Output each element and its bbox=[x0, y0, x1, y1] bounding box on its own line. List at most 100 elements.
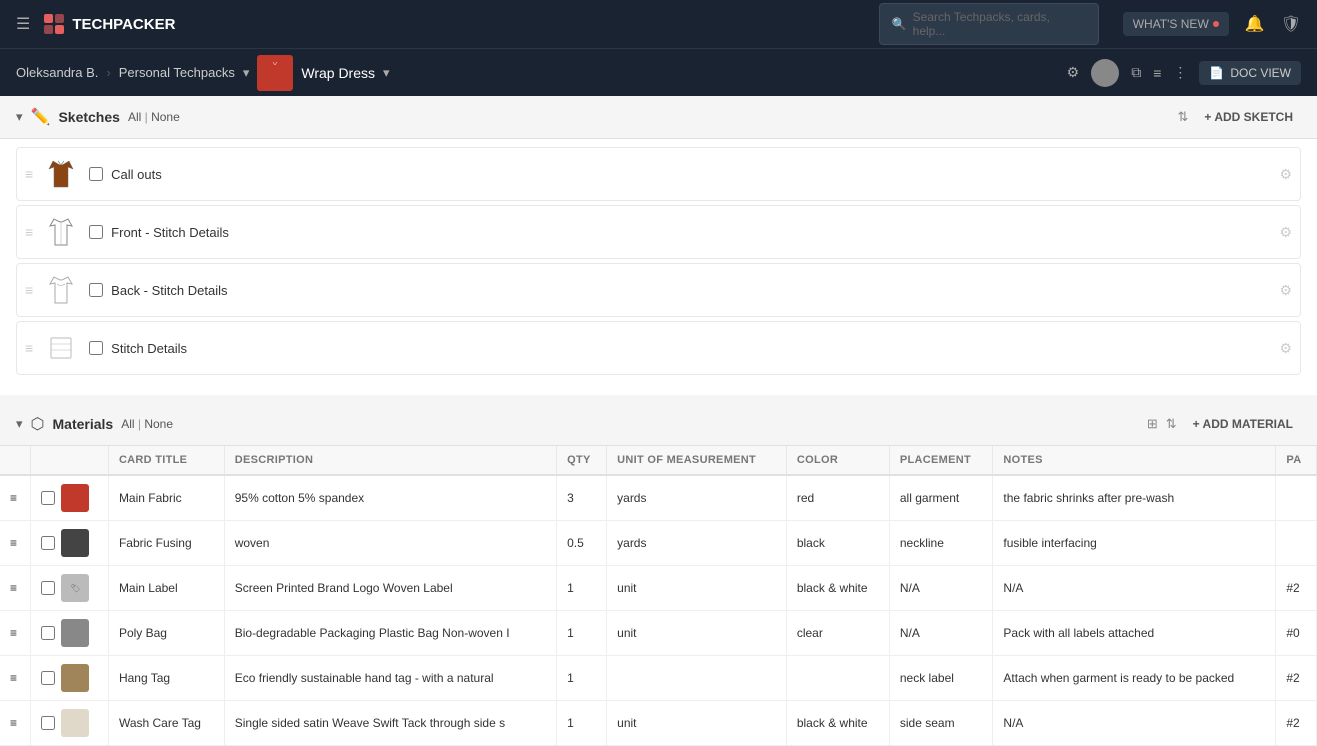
material-checkbox[interactable] bbox=[41, 626, 55, 640]
add-sketch-button[interactable]: + ADD SKETCH bbox=[1196, 106, 1301, 128]
dress-sketch-icon bbox=[43, 156, 79, 192]
th-notes: NOTES bbox=[993, 446, 1276, 475]
add-material-button[interactable]: + ADD MATERIAL bbox=[1185, 413, 1301, 435]
drag-handle-icon[interactable]: ≡ bbox=[25, 166, 33, 182]
thumb-cell bbox=[31, 521, 109, 566]
sketch-thumbnail bbox=[41, 154, 81, 194]
sketch-settings-icon[interactable]: ⚙ bbox=[1279, 282, 1292, 299]
th-thumb bbox=[31, 446, 109, 475]
table-row: ≡ Wash Care Tag Single sided satin Weave… bbox=[0, 701, 1317, 746]
material-title[interactable]: Poly Bag bbox=[108, 611, 224, 656]
material-description: 95% cotton 5% spandex bbox=[224, 475, 556, 521]
material-checkbox[interactable] bbox=[41, 716, 55, 730]
material-unit: unit bbox=[607, 611, 787, 656]
material-unit: unit bbox=[607, 701, 787, 746]
user-avatar[interactable] bbox=[1091, 59, 1119, 87]
material-title[interactable]: Main Label bbox=[108, 566, 224, 611]
materials-header: ▾ ⬡ Materials All | None ⊞ ⇅ + ADD MATER… bbox=[0, 403, 1317, 446]
color-swatch bbox=[61, 619, 89, 647]
sketch-thumbnail bbox=[41, 212, 81, 252]
drag-cell[interactable]: ≡ bbox=[0, 656, 31, 701]
materials-filter-all[interactable]: All bbox=[121, 417, 134, 431]
color-swatch: 🏷 bbox=[61, 574, 89, 602]
sketch-settings-icon[interactable]: ⚙ bbox=[1279, 340, 1292, 357]
material-checkbox[interactable] bbox=[41, 581, 55, 595]
materials-sort-icon[interactable]: ⇅ bbox=[1166, 416, 1177, 432]
filter-icon[interactable]: ≡ bbox=[1153, 65, 1161, 81]
material-pa: #2 bbox=[1276, 701, 1317, 746]
bell-icon[interactable]: 🔔 bbox=[1245, 14, 1265, 34]
sketches-toggle[interactable]: ▾ bbox=[16, 109, 23, 125]
notification-dot bbox=[1213, 21, 1219, 27]
sketch-settings-icon[interactable]: ⚙ bbox=[1279, 166, 1292, 183]
sketches-filter-none[interactable]: None bbox=[151, 110, 180, 124]
drag-handle-icon[interactable]: ≡ bbox=[25, 282, 33, 298]
material-description: Single sided satin Weave Swift Tack thro… bbox=[224, 701, 556, 746]
table-row: ≡ Fabric Fusing woven 0.5 yards black ne… bbox=[0, 521, 1317, 566]
project-thumbnail bbox=[257, 55, 293, 91]
th-placement: PLACEMENT bbox=[889, 446, 993, 475]
materials-table: Card Title DESCRIPTION QTY UNIT OF MEASU… bbox=[0, 446, 1317, 746]
material-placement: neckline bbox=[889, 521, 993, 566]
material-checkbox[interactable] bbox=[41, 536, 55, 550]
material-qty: 3 bbox=[557, 475, 607, 521]
sketches-sort-icon[interactable]: ⇅ bbox=[1178, 109, 1189, 125]
project-dropdown-icon[interactable]: ▾ bbox=[383, 65, 390, 81]
th-qty: QTY bbox=[557, 446, 607, 475]
sketch-checkbox[interactable] bbox=[89, 283, 103, 297]
sketch-checkbox[interactable] bbox=[89, 341, 103, 355]
whats-new-button[interactable]: WHAT'S NEW bbox=[1123, 12, 1229, 36]
hamburger-menu[interactable]: ☰ bbox=[16, 14, 30, 34]
main-content: ▾ ✏️ Sketches All | None ⇅ + ADD SKETCH … bbox=[0, 96, 1317, 746]
drag-cell[interactable]: ≡ bbox=[0, 521, 31, 566]
materials-filter-none[interactable]: None bbox=[144, 417, 173, 431]
material-color: black bbox=[786, 521, 889, 566]
whats-new-label: WHAT'S NEW bbox=[1133, 17, 1209, 31]
breadcrumb-user[interactable]: Oleksandra B. bbox=[16, 65, 98, 80]
drag-handle-icon[interactable]: ≡ bbox=[25, 224, 33, 240]
thumb-cell bbox=[31, 656, 109, 701]
th-unit: UNIT OF MEASUREMENT bbox=[607, 446, 787, 475]
drag-cell[interactable]: ≡ bbox=[0, 475, 31, 521]
more-options-icon[interactable]: ⋮ bbox=[1173, 64, 1187, 81]
material-title[interactable]: Hang Tag bbox=[108, 656, 224, 701]
drag-cell[interactable]: ≡ bbox=[0, 566, 31, 611]
drag-cell[interactable]: ≡ bbox=[0, 701, 31, 746]
sketch-row: ≡ Stitch Details ⚙ bbox=[16, 321, 1301, 375]
materials-section: ▾ ⬡ Materials All | None ⊞ ⇅ + ADD MATER… bbox=[0, 403, 1317, 746]
drag-cell[interactable]: ≡ bbox=[0, 611, 31, 656]
copy-icon[interactable]: ⧉ bbox=[1131, 64, 1141, 81]
search-icon: 🔍 bbox=[892, 17, 907, 31]
breadcrumb-project[interactable]: Wrap Dress bbox=[301, 65, 375, 81]
settings-icon[interactable]: ⚙ bbox=[1067, 64, 1080, 81]
sketch-back-icon bbox=[43, 272, 79, 308]
material-checkbox[interactable] bbox=[41, 671, 55, 685]
breadcrumb-right: ⚙ ⧉ ≡ ⋮ 📄 DOC VIEW bbox=[1067, 59, 1301, 87]
material-pa bbox=[1276, 475, 1317, 521]
sketch-checkbox[interactable] bbox=[89, 225, 103, 239]
materials-toggle[interactable]: ▾ bbox=[16, 416, 23, 432]
material-description: Bio-degradable Packaging Plastic Bag Non… bbox=[224, 611, 556, 656]
sketch-settings-icon[interactable]: ⚙ bbox=[1279, 224, 1292, 241]
drag-handle-icon[interactable]: ≡ bbox=[25, 340, 33, 356]
workspace-dropdown-icon[interactable]: ▾ bbox=[243, 65, 250, 81]
top-nav: ☰ TECHPACKER 🔍 Search Techpacks, cards, … bbox=[0, 0, 1317, 48]
search-bar[interactable]: 🔍 Search Techpacks, cards, help... bbox=[879, 3, 1099, 45]
material-title[interactable]: Main Fabric bbox=[108, 475, 224, 521]
material-title[interactable]: Fabric Fusing bbox=[108, 521, 224, 566]
table-row: ≡ Poly Bag Bio-degradable Packaging Plas… bbox=[0, 611, 1317, 656]
sketch-name: Front - Stitch Details bbox=[111, 225, 1271, 240]
materials-grid-icon[interactable]: ⊞ bbox=[1147, 416, 1158, 432]
sketch-row: ≡ Back - Stitch Details ⚙ bbox=[16, 263, 1301, 317]
shield-icon[interactable]: 🛡 bbox=[1281, 14, 1301, 34]
sketches-filter-all[interactable]: All bbox=[128, 110, 141, 124]
sketch-checkbox[interactable] bbox=[89, 167, 103, 181]
table-row: ≡ 🏷 Main Label Screen Printed Brand Logo… bbox=[0, 566, 1317, 611]
breadcrumb-workspace[interactable]: Personal Techpacks bbox=[119, 65, 235, 80]
doc-view-button[interactable]: 📄 DOC VIEW bbox=[1199, 61, 1301, 85]
table-row: ≡ Main Fabric 95% cotton 5% spandex 3 ya… bbox=[0, 475, 1317, 521]
material-color: red bbox=[786, 475, 889, 521]
material-checkbox[interactable] bbox=[41, 491, 55, 505]
material-title[interactable]: Wash Care Tag bbox=[108, 701, 224, 746]
material-qty: 1 bbox=[557, 566, 607, 611]
